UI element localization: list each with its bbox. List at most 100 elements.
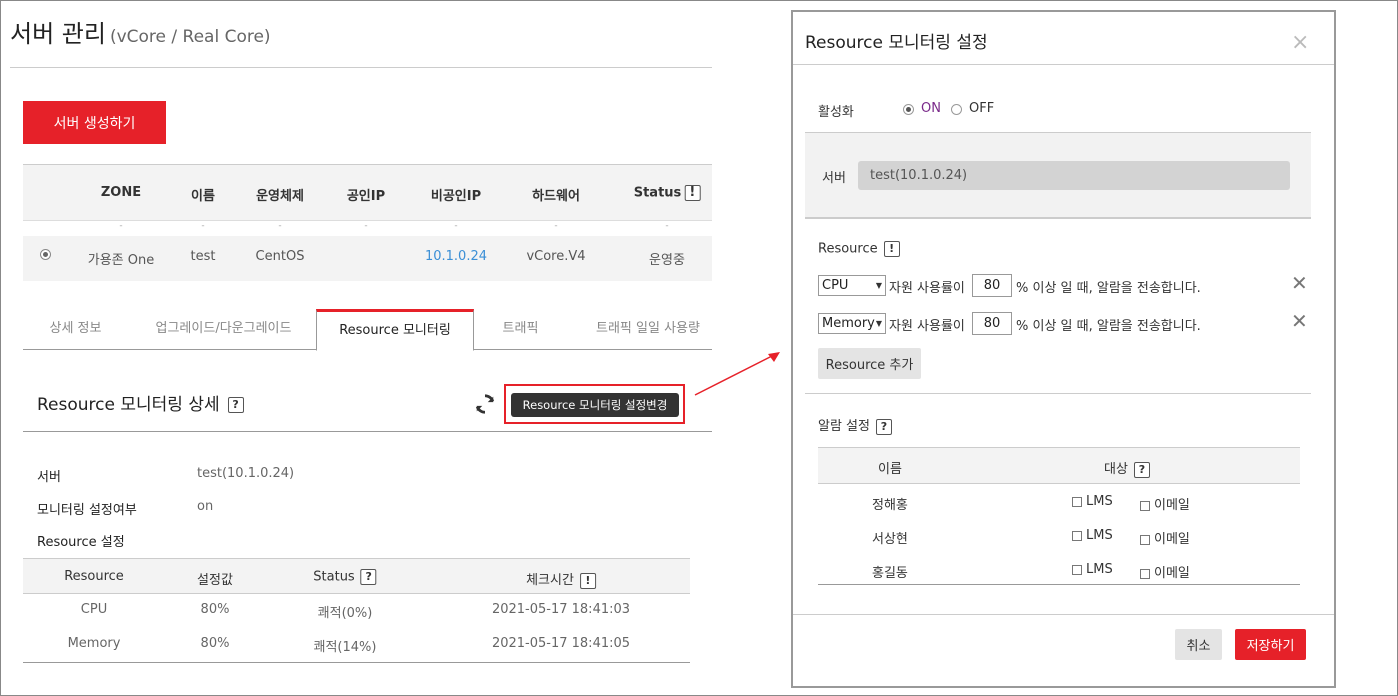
status-help-icon[interactable]: !: [684, 185, 701, 201]
chevron-down-icon: ▼: [875, 281, 882, 290]
tab-daily-traffic[interactable]: 트래픽 일일 사용량: [583, 309, 713, 350]
lms-checkbox[interactable]: LMS: [1072, 528, 1113, 543]
target-help-icon[interactable]: ?: [1133, 461, 1150, 478]
col-zone: ZONE: [100, 185, 142, 200]
dot: -: [278, 221, 282, 231]
cell-time: 2021-05-17 18:41:05: [491, 636, 631, 651]
page-title: 서버 관리 (vCore / Real Core): [10, 20, 271, 48]
cell-time: 2021-05-17 18:41:03: [491, 602, 631, 617]
alarm-user-name: 정해홍: [872, 498, 908, 513]
alarm-table-bottom: [818, 584, 1300, 585]
dot: -: [119, 221, 123, 231]
cell-status: 운영중: [649, 253, 685, 268]
col-resource: Resource: [64, 569, 124, 584]
detail-divider: [23, 431, 712, 432]
email-checkbox[interactable]: 이메일: [1140, 528, 1190, 547]
create-server-button[interactable]: 서버 생성하기: [23, 101, 166, 144]
checkbox-icon[interactable]: [1140, 500, 1150, 511]
resource-label: Resource!: [818, 241, 900, 257]
checkbox-icon[interactable]: [1072, 530, 1082, 541]
server-table-dots: - - - - - - -: [23, 220, 712, 236]
email-checkbox[interactable]: 이메일: [1140, 562, 1190, 581]
dot: -: [665, 221, 669, 231]
col-target: 대상?: [1104, 458, 1150, 478]
field-value: test(10.1.0.24): [197, 466, 295, 481]
radio-on[interactable]: [903, 104, 914, 115]
time-help-icon[interactable]: !: [579, 572, 596, 589]
server-field: test(10.1.0.24): [858, 161, 1290, 190]
cell-os: CentOS: [255, 249, 305, 264]
threshold-input[interactable]: 80: [972, 274, 1012, 297]
dialog-header-divider: [793, 64, 1334, 65]
dot: -: [454, 221, 458, 231]
chevron-down-icon: ▼: [875, 319, 882, 328]
email-checkbox[interactable]: 이메일: [1140, 494, 1190, 513]
col-name: 이름: [878, 462, 902, 477]
tab-resource-monitoring[interactable]: Resource 모니터링: [316, 309, 474, 351]
tab-detail-info[interactable]: 상세 정보: [23, 309, 128, 350]
field-label: 모니터링 설정여부: [37, 503, 137, 518]
dot: -: [554, 221, 558, 231]
table-row: 홍길동 LMS 이메일: [818, 554, 1300, 588]
resource-monitoring-settings-dialog: Resource 모니터링 설정 × 활성화 ON OFF 서버 test(10…: [791, 10, 1336, 688]
resource-select-memory[interactable]: Memory ▼: [818, 313, 886, 334]
refresh-icon[interactable]: [474, 393, 496, 415]
alarm-label: 알람 설정?: [818, 415, 892, 435]
resource-table-header: Resource 설정값 Status? 체크시간!: [23, 558, 690, 594]
checkbox-icon[interactable]: [1140, 568, 1150, 579]
alarm-user-name: 서상현: [872, 532, 908, 547]
table-row: CPU 80% 쾌적(0%) 2021-05-17 18:41:03: [23, 594, 690, 628]
dot: -: [201, 221, 205, 231]
detail-tabs: 상세 정보 업그레이드/다운그레이드 Resource 모니터링 트래픽 트래픽…: [23, 309, 713, 351]
resource-select-cpu[interactable]: CPU ▼: [818, 275, 886, 296]
radio-off-label[interactable]: OFF: [969, 101, 994, 116]
table-row: 서상현 LMS 이메일: [818, 520, 1300, 554]
cell-hardware: vCore.V4: [526, 249, 586, 264]
lms-checkbox[interactable]: LMS: [1072, 562, 1113, 577]
tab-upgrade[interactable]: 업그레이드/다운그레이드: [141, 309, 306, 350]
add-resource-button[interactable]: Resource 추가: [818, 348, 921, 379]
cell-resource: CPU: [80, 602, 108, 617]
delete-rule-icon[interactable]: ✕: [1291, 309, 1308, 333]
rule-text-after: % 이상 일 때, 알람을 전송합니다.: [1016, 319, 1201, 334]
threshold-input[interactable]: 80: [972, 312, 1012, 335]
cell-status: 쾌적(0%): [317, 606, 373, 621]
checkbox-icon[interactable]: [1072, 496, 1082, 507]
help-icon[interactable]: ?: [227, 397, 244, 413]
col-status: Status?: [313, 569, 377, 585]
col-value: 설정값: [197, 573, 233, 588]
lms-checkbox[interactable]: LMS: [1072, 494, 1113, 509]
section-divider: [805, 393, 1311, 394]
activation-label: 활성화: [818, 105, 854, 120]
field-label: Resource 설정: [37, 535, 125, 550]
table-row[interactable]: 가용존 One test CentOS 10.1.0.24 vCore.V4 운…: [23, 236, 712, 281]
close-icon[interactable]: ×: [1291, 30, 1309, 55]
detail-title: Resource 모니터링 상세?: [37, 390, 244, 415]
change-settings-button[interactable]: Resource 모니터링 설정변경: [511, 393, 679, 417]
resource-table: Resource 설정값 Status? 체크시간! CPU 80% 쾌적(0%…: [23, 558, 690, 663]
radio-on-label[interactable]: ON: [921, 101, 941, 116]
tab-traffic[interactable]: 트래픽: [483, 309, 558, 350]
resource-help-icon[interactable]: !: [883, 241, 900, 257]
rule-text-before: 자원 사용률이: [889, 281, 965, 296]
col-name: 이름: [191, 189, 215, 204]
radio-off[interactable]: [951, 104, 962, 115]
server-table-header: ZONE 이름 운영체제 공인IP 비공인IP 하드웨어 Status!: [23, 164, 712, 220]
save-button[interactable]: 저장하기: [1235, 629, 1306, 660]
col-private-ip: 비공인IP: [430, 189, 482, 204]
status-help-icon[interactable]: ?: [360, 569, 377, 585]
highlight-box: Resource 모니터링 설정변경: [504, 384, 685, 424]
checkbox-icon[interactable]: [1140, 534, 1150, 545]
delete-rule-icon[interactable]: ✕: [1291, 271, 1308, 295]
page-subtitle: (vCore / Real Core): [109, 27, 271, 47]
row-select-radio[interactable]: [40, 249, 51, 260]
cell-private-ip[interactable]: 10.1.0.24: [425, 249, 487, 264]
checkbox-icon[interactable]: [1072, 564, 1082, 575]
col-hardware: 하드웨어: [532, 189, 580, 204]
col-os: 운영체제: [256, 189, 304, 204]
alarm-help-icon[interactable]: ?: [875, 418, 892, 435]
server-table: ZONE 이름 운영체제 공인IP 비공인IP 하드웨어 Status! - -…: [23, 164, 712, 281]
cancel-button[interactable]: 취소: [1175, 629, 1222, 660]
col-check-time: 체크시간!: [526, 569, 596, 589]
cell-value: 80%: [200, 636, 230, 651]
